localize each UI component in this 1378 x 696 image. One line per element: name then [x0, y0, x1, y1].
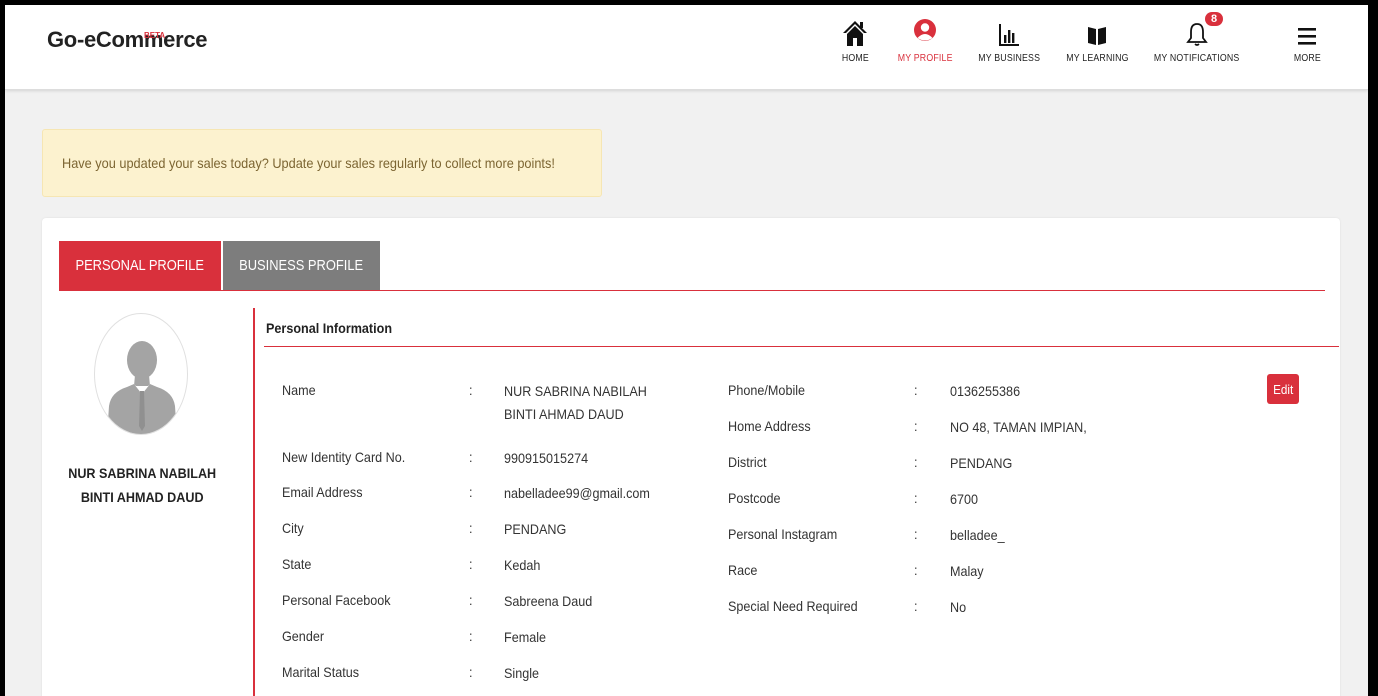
field-label: Postcode: [728, 490, 781, 506]
field-separator: :: [469, 484, 473, 500]
field-separator: :: [914, 490, 918, 506]
field-separator: :: [469, 520, 473, 536]
book-icon: [1086, 13, 1108, 47]
field-label: Home Address: [728, 418, 811, 434]
nav-my-notifications-label: MY NOTIFICATIONS: [1154, 53, 1240, 64]
notification-count-badge: 8: [1205, 12, 1224, 26]
field-value: Kedah: [504, 557, 541, 573]
nav-home[interactable]: HOME: [835, 13, 875, 83]
user-icon: [913, 13, 937, 47]
top-navbar: Go-eCommerce BETA HOME MY PROFILE MY BUS…: [5, 5, 1368, 90]
field-value: PENDANG: [504, 521, 567, 537]
brand-name: Go-eCommerce: [47, 27, 208, 52]
field-separator: :: [914, 418, 918, 434]
field-value: Single: [504, 665, 540, 681]
field-label: Email Address: [282, 484, 363, 500]
profile-display-name: NUR SABRINA NABILAH BINTI AHMAD DAUD: [52, 461, 232, 509]
edit-button[interactable]: Edit: [1267, 374, 1299, 404]
nav-my-learning[interactable]: MY LEARNING: [1061, 13, 1133, 83]
field-value: PENDANG: [950, 455, 1013, 471]
field-label: Personal Instagram: [728, 526, 838, 542]
field-label: Personal Facebook: [282, 592, 391, 608]
nav-more[interactable]: MORE: [1287, 13, 1327, 83]
field-label: Name: [282, 382, 316, 398]
nav-my-learning-label: MY LEARNING: [1065, 53, 1129, 64]
field-separator: :: [469, 382, 473, 398]
field-value: 0136255386: [950, 383, 1021, 399]
field-value: Female: [504, 629, 547, 645]
field-value-line2: BINTI AHMAD DAUD: [504, 406, 624, 422]
nav-more-label: MORE: [1293, 53, 1321, 64]
profile-card: PERSONAL PROFILE BUSINESS PROFILE NUR SA…: [42, 218, 1340, 696]
field-separator: :: [469, 592, 473, 608]
section-title: Personal Information: [266, 320, 393, 336]
field-label: Gender: [282, 628, 325, 644]
field-label: Special Need Required: [728, 598, 858, 614]
alert-text: Have you updated your sales today? Updat…: [62, 155, 555, 171]
app-window: Go-eCommerce BETA HOME MY PROFILE MY BUS…: [5, 5, 1368, 696]
profile-name-line1: NUR SABRINA NABILAH: [68, 465, 216, 481]
tab-personal-profile[interactable]: PERSONAL PROFILE: [59, 241, 221, 290]
nav-home-label: HOME: [841, 53, 869, 64]
field-value: belladee_: [950, 527, 1005, 543]
nav-my-business[interactable]: MY BUSINESS: [973, 13, 1045, 83]
field-label: Marital Status: [282, 664, 360, 680]
brand-logo[interactable]: Go-eCommerce: [47, 27, 208, 53]
nav-my-profile-label: MY PROFILE: [897, 53, 953, 64]
field-separator: :: [469, 628, 473, 644]
field-label: Race: [728, 562, 758, 578]
section-divider: [264, 346, 1339, 347]
home-icon: [842, 13, 868, 47]
nav-my-business-label: MY BUSINESS: [978, 53, 1040, 64]
field-separator: :: [469, 664, 473, 680]
menu-icon: [1297, 13, 1317, 47]
bar-chart-icon: [998, 13, 1020, 47]
field-separator: :: [914, 562, 918, 578]
field-label: New Identity Card No.: [282, 449, 406, 465]
profile-name-line2: BINTI AHMAD DAUD: [80, 489, 204, 505]
bell-icon: 8: [1177, 12, 1224, 47]
tab-personal-profile-label: PERSONAL PROFILE: [75, 257, 205, 274]
field-label: Phone/Mobile: [728, 382, 806, 398]
tab-business-profile-label: BUSINESS PROFILE: [239, 257, 364, 274]
field-value: No: [950, 599, 967, 615]
profile-tabs: PERSONAL PROFILE BUSINESS PROFILE: [59, 241, 1325, 291]
sales-reminder-alert: Have you updated your sales today? Updat…: [42, 129, 602, 197]
field-label: City: [282, 520, 304, 536]
avatar: [94, 313, 188, 435]
field-separator: :: [469, 556, 473, 572]
field-value: nabelladee99@gmail.com: [504, 485, 650, 501]
field-value: NUR SABRINA NABILAH: [504, 383, 647, 399]
field-label: District: [728, 454, 767, 470]
field-value: Sabreena Daud: [504, 593, 593, 609]
field-value: 990915015274: [504, 450, 589, 466]
field-value: Malay: [950, 563, 984, 579]
vertical-divider: [253, 308, 255, 696]
field-value: NO 48, TAMAN IMPIAN,: [950, 419, 1087, 435]
tab-business-profile[interactable]: BUSINESS PROFILE: [223, 241, 380, 290]
field-separator: :: [914, 526, 918, 542]
field-label: State: [282, 556, 312, 572]
field-separator: :: [469, 449, 473, 465]
edit-button-label: Edit: [1272, 381, 1294, 397]
field-value: 6700: [950, 491, 979, 507]
nav-my-profile[interactable]: MY PROFILE: [891, 13, 959, 83]
field-separator: :: [914, 382, 918, 398]
field-separator: :: [914, 598, 918, 614]
nav-my-notifications[interactable]: 8 MY NOTIFICATIONS: [1152, 12, 1242, 83]
field-separator: :: [914, 454, 918, 470]
beta-tag: BETA: [144, 31, 166, 40]
